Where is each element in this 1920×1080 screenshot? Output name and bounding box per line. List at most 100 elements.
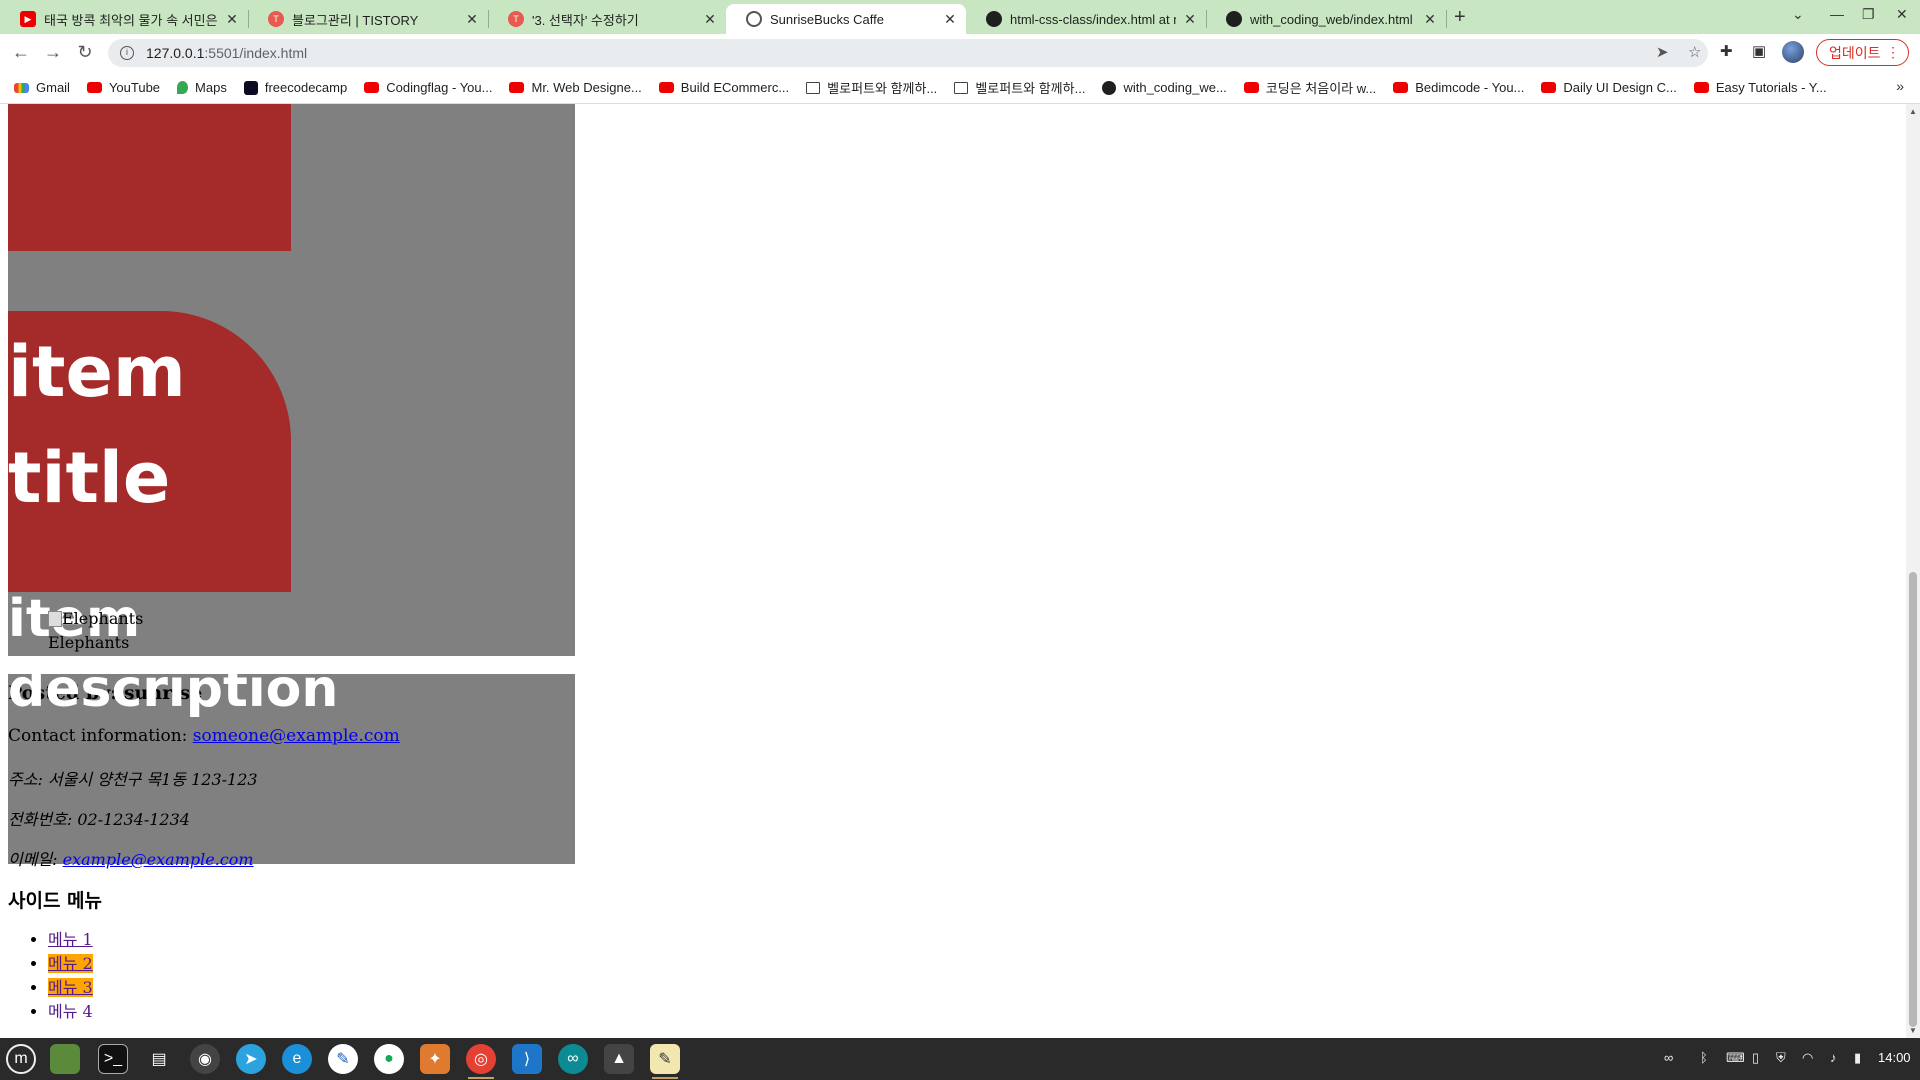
post-footer: Posted by: sunrise Contact information: …	[8, 674, 575, 869]
item-red-box	[8, 104, 291, 251]
close-icon[interactable]: ✕	[224, 11, 240, 28]
window-close-icon[interactable]: ✕	[1896, 6, 1908, 23]
edge-icon[interactable]: e	[282, 1044, 312, 1074]
bookmark-daily-ui[interactable]: Daily UI Design C...	[1541, 80, 1677, 95]
back-arrow-icon[interactable]: ←	[10, 42, 32, 63]
url-text: 127.0.0.1:5501/index.html	[146, 45, 308, 61]
forward-arrow-icon[interactable]: →	[42, 42, 64, 63]
email-link[interactable]: example@example.com	[63, 850, 254, 869]
side-menu-link-2[interactable]: 메뉴 2	[48, 954, 93, 973]
tab-1[interactable]: T 블로그관리 | TISTORY ✕	[248, 4, 488, 34]
freecodecamp-icon	[243, 80, 258, 95]
clipboard-icon[interactable]: ▯	[1752, 1050, 1759, 1066]
kebab-menu-icon[interactable]: ⋮	[1886, 44, 1900, 61]
broken-image-icon	[48, 611, 62, 627]
arduino-icon[interactable]: ∞	[558, 1044, 588, 1074]
contact-info: Contact information: someone@example.com	[8, 726, 400, 746]
book-icon	[954, 81, 969, 94]
tab-title: SunriseBucks Caffe	[770, 11, 884, 27]
bookmark-build-ecommerce[interactable]: Build ECommerc...	[658, 80, 789, 95]
writer-icon[interactable]: ✎	[328, 1044, 358, 1074]
site-info-icon[interactable]: i	[120, 46, 134, 60]
bookmark-velopert-1[interactable]: 벨로퍼트와 함께하...	[806, 78, 937, 97]
file-manager-icon[interactable]: ▤	[144, 1044, 174, 1074]
extensions-puzzle-icon[interactable]: ✚	[1720, 42, 1733, 60]
side-menu-link-1[interactable]: 메뉴 1	[48, 930, 93, 949]
send-icon[interactable]: ➤	[1656, 43, 1669, 61]
tab-3-active[interactable]: SunriseBucks Caffe ✕	[726, 4, 966, 34]
keyboard-icon[interactable]: ⌨	[1726, 1050, 1745, 1066]
telegram-icon[interactable]: ➤	[236, 1044, 266, 1074]
bookmarks-overflow-icon[interactable]: »	[1896, 78, 1904, 94]
tab-5[interactable]: with_coding_web/index.html ✕	[1206, 4, 1446, 34]
clock[interactable]: 14:00	[1878, 1050, 1911, 1065]
close-icon[interactable]: ✕	[464, 11, 480, 28]
github-icon	[986, 11, 1002, 27]
tab-4[interactable]: html-css-class/index.html at m ✕	[966, 4, 1206, 34]
show-desktop-icon[interactable]	[50, 1044, 80, 1074]
shield-icon[interactable]: ⛨	[1776, 1050, 1786, 1066]
bluetooth-icon[interactable]: ᛒ	[1700, 1050, 1708, 1065]
email-line: 이메일: example@example.com	[8, 850, 254, 869]
app-icon[interactable]: ✦	[420, 1044, 450, 1074]
update-button[interactable]: 업데이트 ⋮	[1816, 39, 1909, 66]
bookmark-codingflag[interactable]: Codingflag - You...	[364, 80, 492, 95]
mongodb-icon[interactable]: ●	[374, 1044, 404, 1074]
tray-infinity-icon[interactable]: ∞	[1664, 1050, 1673, 1065]
bookmark-velopert-2[interactable]: 벨로퍼트와 함께하...	[954, 78, 1085, 97]
bookmark-bedimcode[interactable]: Bedimcode - You...	[1393, 80, 1524, 95]
android-studio-icon[interactable]: ▲	[604, 1044, 634, 1074]
scroll-down-icon[interactable]: ▼	[1909, 1026, 1917, 1035]
close-icon[interactable]: ✕	[1182, 11, 1198, 28]
bookmark-with-coding-web[interactable]: with_coding_we...	[1102, 80, 1227, 95]
side-menu-link-4[interactable]: 메뉴 4	[48, 1002, 93, 1021]
scrollbar-thumb[interactable]	[1909, 572, 1917, 1027]
bookmark-gmail[interactable]: Gmail	[14, 80, 70, 95]
side-menu: 메뉴 1 메뉴 2 메뉴 3 메뉴 4	[32, 928, 93, 1024]
minimize-icon[interactable]: —	[1830, 6, 1844, 22]
bookmark-mr-web-designer[interactable]: Mr. Web Designe...	[509, 80, 642, 95]
bookmark-youtube[interactable]: YouTube	[86, 80, 160, 95]
tab-0[interactable]: ▶ 태국 방콕 최악의 물가 속 서민은 ✕	[0, 4, 248, 34]
profile-avatar[interactable]	[1782, 41, 1804, 63]
sound-icon[interactable]: ♪	[1830, 1050, 1837, 1065]
bookmark-freecodecamp[interactable]: freecodecamp	[243, 80, 347, 95]
address-bar[interactable]: i 127.0.0.1:5501/index.html ➤ ☆	[108, 39, 1708, 67]
side-menu-item: 메뉴 2	[48, 952, 93, 976]
youtube-icon: ▶	[20, 11, 36, 27]
page-scrollbar[interactable]: ▲ ▼	[1906, 104, 1920, 1038]
tab-2[interactable]: T '3. 선택자' 수정하기 ✕	[488, 4, 726, 34]
wifi-icon[interactable]: ◠	[1802, 1050, 1813, 1066]
tab-title: with_coding_web/index.html	[1250, 11, 1413, 27]
mint-menu-icon[interactable]: m	[6, 1044, 36, 1074]
bookmark-easy-tutorials[interactable]: Easy Tutorials - Y...	[1693, 80, 1827, 95]
obs-icon[interactable]: ◉	[190, 1044, 220, 1074]
new-tab-button[interactable]: +	[1454, 6, 1466, 29]
posted-by: Posted by: sunrise	[8, 682, 203, 704]
contact-email-link[interactable]: someone@example.com	[193, 726, 400, 746]
reload-icon[interactable]: ↻	[74, 42, 96, 63]
restore-icon[interactable]: ❐	[1862, 6, 1875, 23]
bookmark-star-icon[interactable]: ☆	[1688, 43, 1701, 61]
close-icon[interactable]: ✕	[1422, 11, 1438, 28]
battery-icon[interactable]: ▮	[1854, 1050, 1861, 1066]
terminal-icon[interactable]: >_	[98, 1044, 128, 1074]
bookmark-maps[interactable]: Maps	[177, 80, 227, 95]
text-editor-icon[interactable]: ✎	[650, 1044, 680, 1079]
phone-line: 전화번호: 02-1234-1234	[8, 810, 190, 829]
tab-title: 태국 방콕 최악의 물가 속 서민은	[44, 12, 218, 28]
youtube-icon	[1393, 82, 1409, 93]
item-title: item title	[8, 331, 186, 519]
scroll-up-icon[interactable]: ▲	[1909, 107, 1917, 116]
maps-icon	[177, 81, 189, 94]
bookmark-coding-first[interactable]: 코딩은 처음이라 w...	[1243, 78, 1376, 97]
side-menu-link-3[interactable]: 메뉴 3	[48, 978, 93, 997]
chrome-icon[interactable]: ◎	[466, 1044, 496, 1079]
side-menu-item: 메뉴 1	[48, 928, 93, 952]
vscode-icon[interactable]: ⟩	[512, 1044, 542, 1074]
tab-search-chevron-icon[interactable]: ⌄	[1792, 6, 1804, 23]
side-panel-icon[interactable]: ▣	[1752, 42, 1766, 60]
side-menu-title: 사이드 메뉴	[8, 890, 103, 912]
close-icon[interactable]: ✕	[702, 11, 718, 28]
close-icon[interactable]: ✕	[942, 11, 958, 28]
